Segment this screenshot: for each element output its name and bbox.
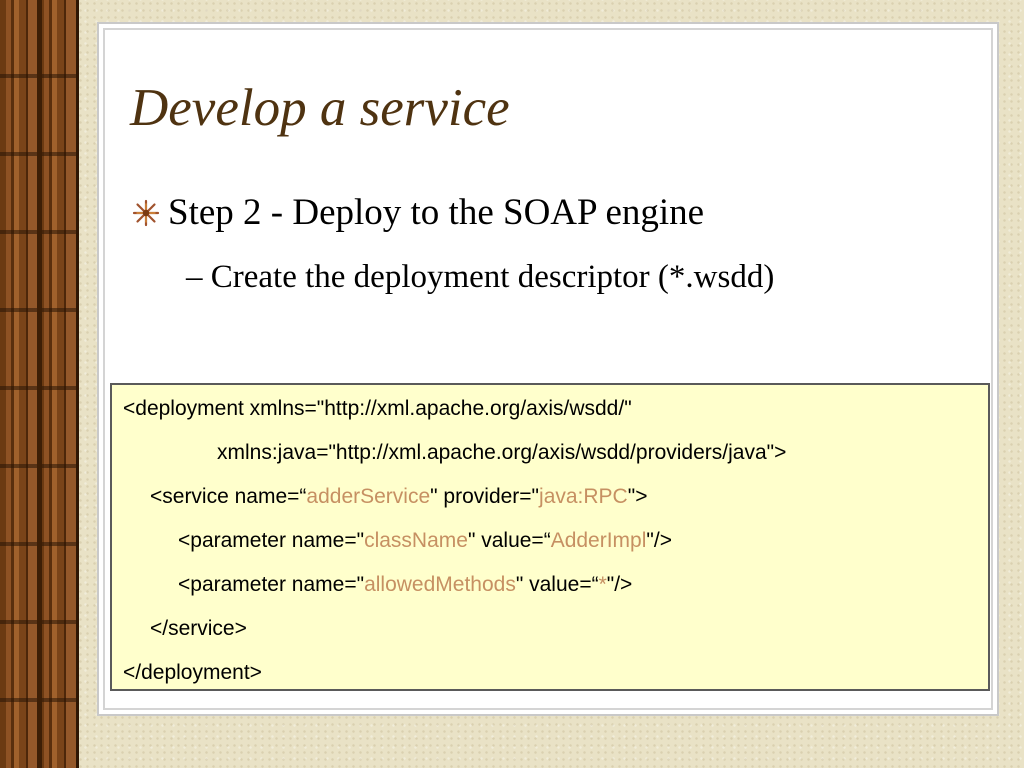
bullet-item: Step 2 - Deploy to the SOAP engine	[130, 191, 704, 234]
code-highlight-param-value: *	[598, 573, 607, 596]
code-text: " value=“	[515, 573, 599, 596]
code-line-deployment-close: </deployment>	[123, 661, 262, 684]
sub-bullet-text: – Create the deployment descriptor (*.ws…	[186, 259, 775, 295]
code-line-xmlns-java: xmlns:java="http://xml.apache.org/axis/w…	[217, 441, 787, 464]
code-line-parameter-allowedmethods: <parameter name="allowedMethods" value=“…	[178, 573, 632, 597]
code-text: "/>	[646, 529, 672, 552]
code-text: <parameter name="	[178, 573, 365, 596]
code-text: <parameter name="	[178, 529, 365, 552]
code-text: "/>	[606, 573, 633, 596]
code-text: <service name=“	[150, 485, 307, 508]
code-line-service-close: </service>	[150, 617, 247, 640]
wood-sidebar	[0, 0, 79, 768]
code-line-service-open: <service name=“adderService" provider="j…	[150, 485, 647, 509]
bullet-text: Step 2 - Deploy to the SOAP engine	[168, 192, 705, 233]
wood-sidebar-edge	[76, 0, 79, 768]
code-highlight-param-value: AdderImpl	[550, 529, 647, 552]
code-highlight-param-name: className	[364, 529, 468, 552]
code-text: ">	[627, 485, 648, 508]
code-highlight-service-name: adderService	[306, 485, 431, 508]
code-text: " value=“	[467, 529, 551, 552]
starburst-bullet-icon	[130, 197, 162, 229]
code-highlight-provider: java:RPC	[539, 485, 628, 508]
code-text: " provider="	[430, 485, 540, 508]
code-highlight-param-name: allowedMethods	[364, 573, 516, 596]
slide-title: Develop a service	[130, 79, 510, 137]
code-line-deployment-open: <deployment xmlns="http://xml.apache.org…	[123, 397, 632, 420]
code-box: <deployment xmlns="http://xml.apache.org…	[110, 383, 990, 691]
code-line-parameter-classname: <parameter name="className" value=“Adder…	[178, 529, 672, 553]
wood-sidebar-divider	[37, 0, 42, 768]
